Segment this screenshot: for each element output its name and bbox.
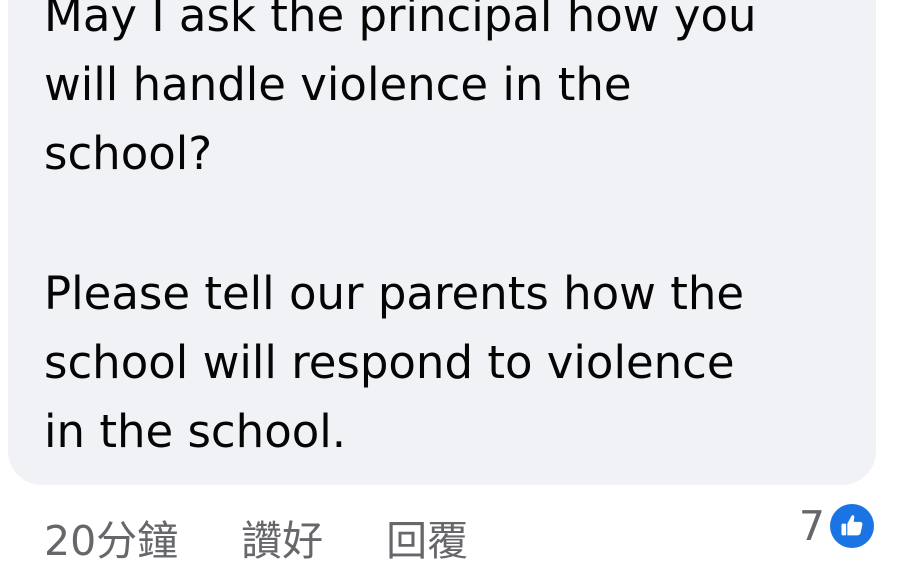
comment-timestamp[interactable]: 20分鐘	[44, 507, 178, 567]
thumbs-up-icon	[827, 501, 877, 551]
reaction-summary[interactable]: 7	[799, 500, 877, 552]
reply-button[interactable]: 回覆	[386, 507, 468, 567]
reaction-count: 7	[798, 502, 825, 550]
comment-actions: 20分鐘 讚好 回覆	[44, 505, 468, 569]
comment-text-paragraph-1: May I ask the principal how you will han…	[44, 0, 757, 180]
like-button[interactable]: 讚好	[241, 507, 323, 567]
comment-text-paragraph-2: Please tell our parents how the school w…	[44, 267, 745, 458]
